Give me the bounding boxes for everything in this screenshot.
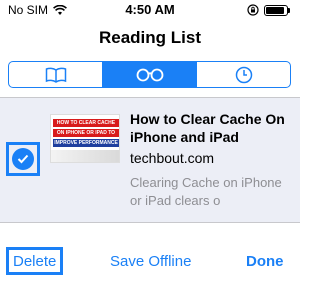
glasses-icon <box>136 68 163 81</box>
reading-list-tabs <box>8 61 291 88</box>
thumbnail-text-1: HOW TO CLEAR CACHE <box>56 120 116 126</box>
thumbnail-text-3: IMPROVE PERFORMANCE <box>54 140 118 146</box>
lock-rotation-icon <box>247 4 259 16</box>
save-offline-button[interactable]: Save Offline <box>110 253 191 270</box>
checkmark-icon <box>12 148 34 170</box>
book-icon <box>45 67 66 83</box>
done-button[interactable]: Done <box>246 253 284 270</box>
article-domain: techbout.com <box>130 150 215 166</box>
clock-icon <box>235 66 252 83</box>
list-item[interactable]: HOW TO CLEAR CACHE ON IPHONE OR IPAD TO … <box>0 98 300 222</box>
thumbnail-text-2: ON IPHONE OR IPAD TO <box>56 130 116 136</box>
status-bar: No SIM 4:50 AM <box>0 0 300 20</box>
article-title: How to Clear Cache On iPhone and iPad <box>130 111 285 145</box>
page-title: Reading List <box>98 28 201 47</box>
tab-bookmarks[interactable] <box>9 62 103 87</box>
article-snippet: Clearing Cache on iPhone or iPad clears … <box>130 175 282 208</box>
delete-button[interactable]: Delete <box>6 247 64 275</box>
bottom-toolbar: Delete Save Offline Done <box>0 223 300 285</box>
tab-history[interactable] <box>197 62 290 87</box>
status-right <box>247 4 290 16</box>
article-thumbnail: HOW TO CLEAR CACHE ON IPHONE OR IPAD TO … <box>50 114 120 163</box>
select-checkbox[interactable] <box>6 142 40 176</box>
tab-reading-list[interactable] <box>103 62 197 87</box>
battery-icon <box>264 4 290 16</box>
